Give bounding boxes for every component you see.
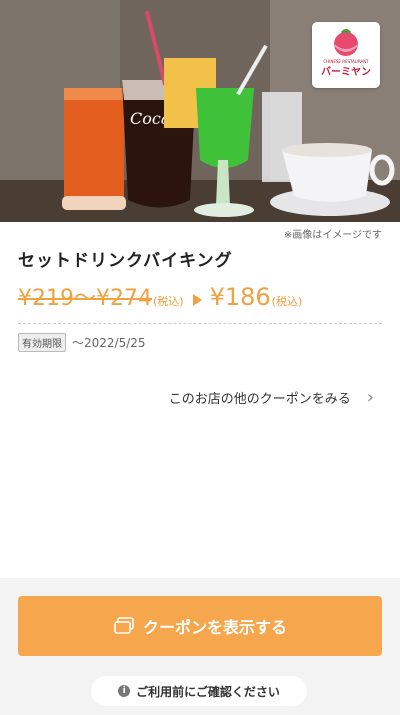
expiry-label: 有効期限 [18, 333, 66, 352]
image-caption: ※画像はイメージです [283, 230, 382, 241]
show-coupon-label: クーポンを表示する [142, 618, 287, 637]
old-price-tax: (税込) [152, 295, 184, 308]
info-icon: i [118, 685, 131, 697]
old-price: ¥219〜¥274 [18, 280, 152, 312]
new-price: ¥186 [209, 283, 271, 311]
confirm-notice-label: ご利用前にご確認ください [136, 684, 280, 699]
coupon-title: セットドリンクバイキング [18, 251, 233, 271]
hero-image: Coca·Cola CHINESE RESTAURANT バーミヤン [0, 0, 400, 222]
more-coupons-link[interactable]: このお店の他のクーポンをみる › [169, 388, 374, 407]
show-coupon-button[interactable]: クーポンを表示する [18, 596, 382, 656]
price-row: ¥219〜¥274 (税込) ¥186 (税込) [18, 280, 302, 314]
new-price-tax: (税込) [271, 295, 303, 308]
dashed-divider [18, 323, 382, 324]
confirm-notice-button[interactable]: i ご利用前にご確認ください [91, 676, 307, 706]
play-arrow-icon [192, 294, 202, 306]
restaurant-logo: CHINESE RESTAURANT バーミヤン [312, 22, 380, 88]
expiry-date: 〜2022/5/25 [72, 336, 146, 350]
logo-name: バーミヤン [321, 66, 371, 78]
more-coupons-label: このお店の他のクーポンをみる [168, 392, 351, 407]
logo-tagline: CHINESE RESTAURANT [323, 59, 369, 64]
expiry-row: 有効期限 〜2022/5/25 [18, 333, 146, 352]
chevron-right-icon: › [366, 386, 374, 408]
coupon-icon [114, 617, 134, 634]
